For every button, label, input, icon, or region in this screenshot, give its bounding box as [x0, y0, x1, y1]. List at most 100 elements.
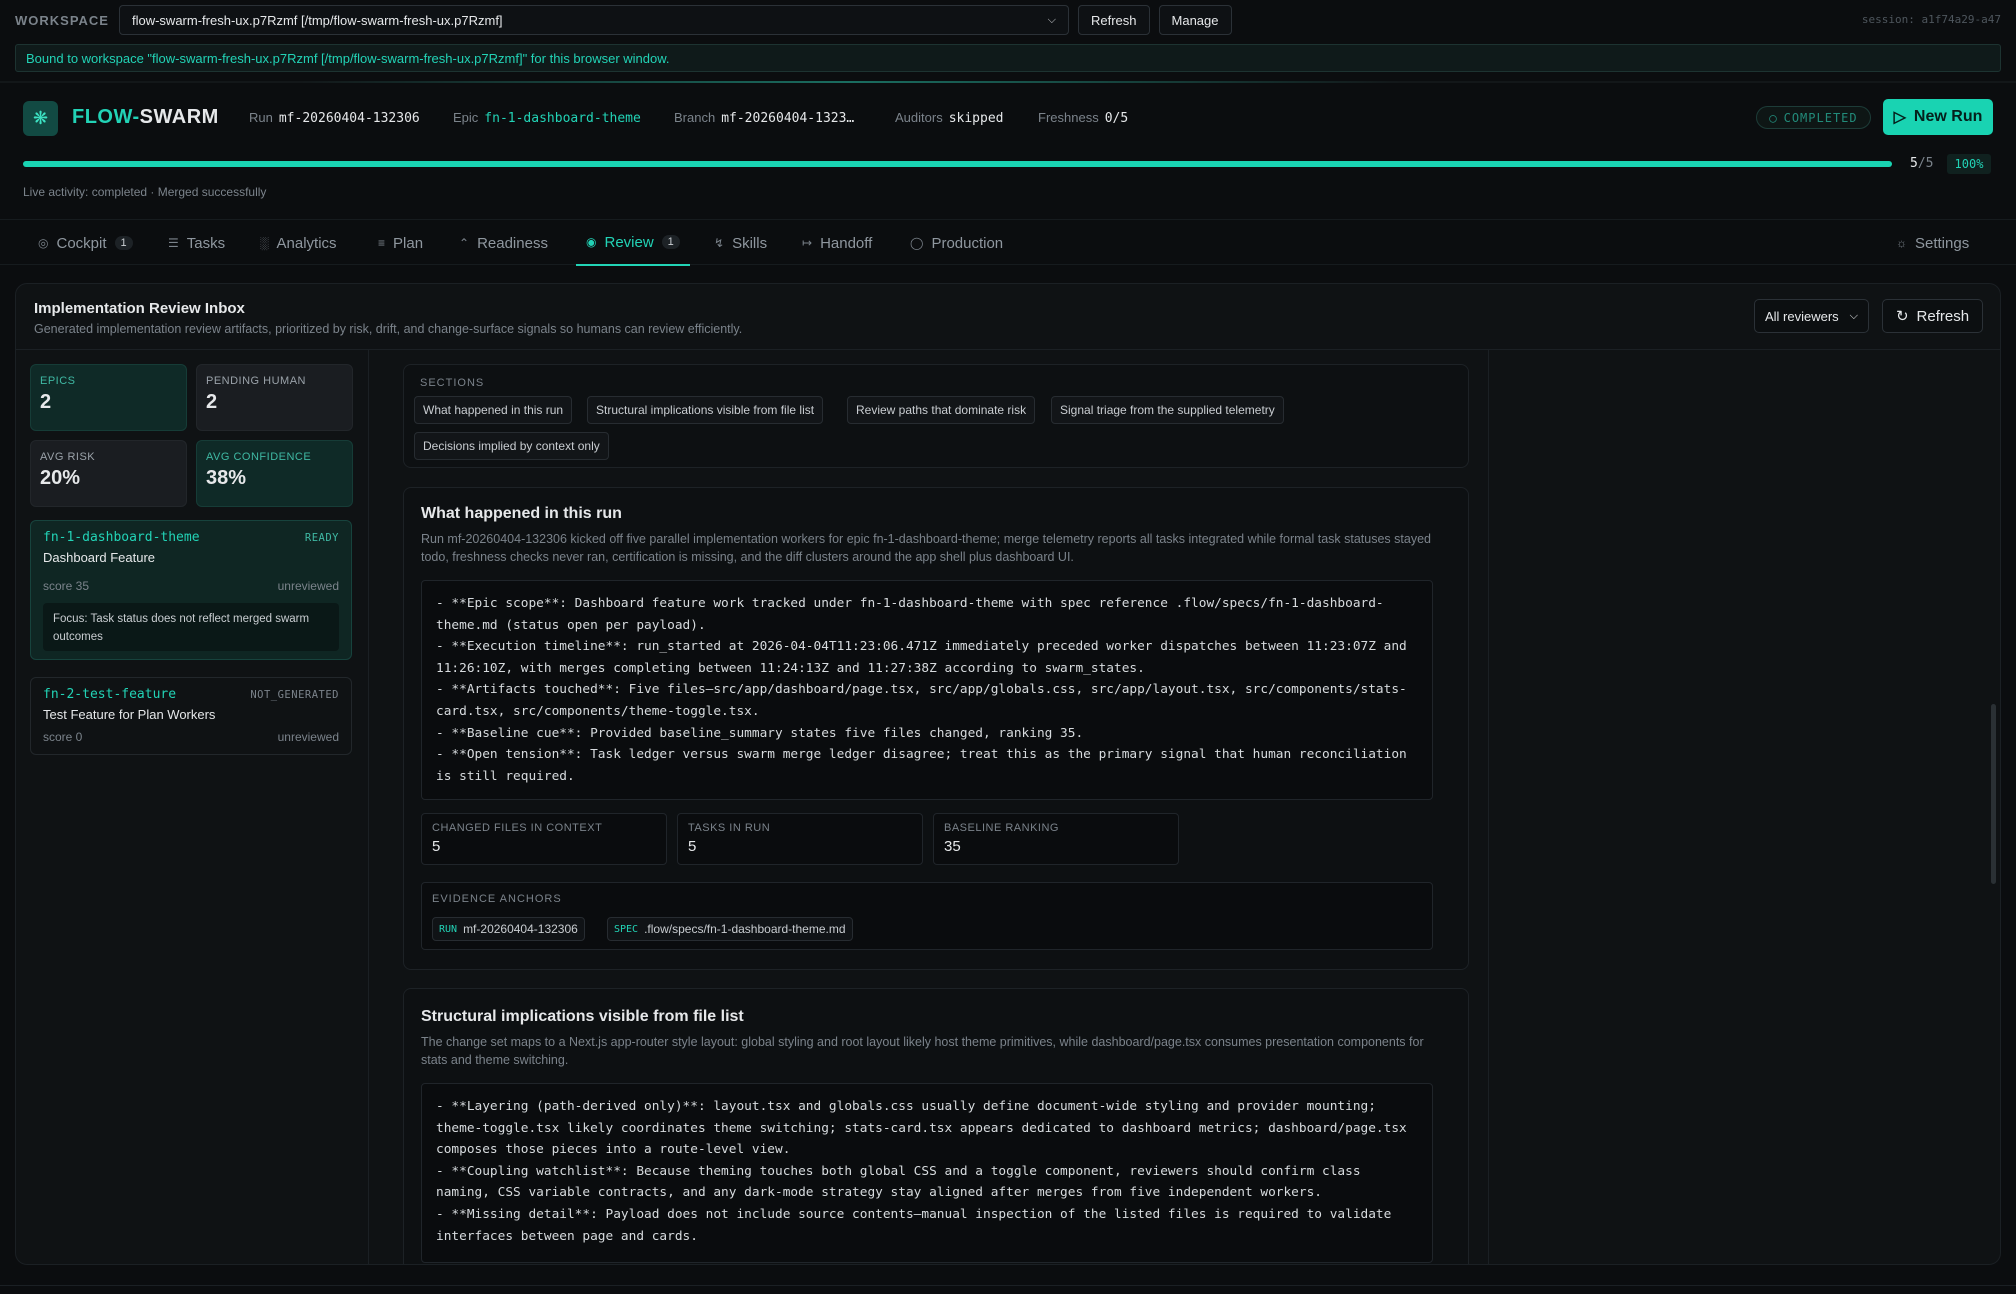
- metric-changed-files: CHANGED FILES IN CONTEXT 5: [421, 813, 667, 865]
- tab-settings[interactable]: ☼ Settings: [1896, 220, 1969, 266]
- tab-handoff[interactable]: ↦ Handoff: [802, 220, 872, 266]
- epic-meta: Epic fn-1-dashboard-theme: [453, 110, 641, 126]
- workspace-refresh-button[interactable]: Refresh: [1077, 5, 1150, 35]
- branch-meta: Branch mf-20260404-1323…: [674, 110, 855, 126]
- check-circle-icon: ◯: [1769, 110, 1778, 125]
- tab-analytics[interactable]: ░ Analytics: [260, 220, 337, 266]
- metric-baseline-ranking: BASELINE RANKING 35: [933, 813, 1179, 865]
- run-progress-fill: [23, 161, 1892, 167]
- tab-tasks[interactable]: ☰ Tasks: [168, 220, 225, 266]
- section-chip[interactable]: Structural implications visible from fil…: [587, 396, 824, 424]
- stat-avg-confidence: AVG CONFIDENCE 38%: [196, 440, 353, 507]
- main-tabs: ◎ Cockpit 1 ☰ Tasks ░ Analytics ≡ Plan ⌃…: [0, 219, 2016, 266]
- column-divider: [368, 350, 369, 1264]
- tab-readiness[interactable]: ⌃ Readiness: [459, 220, 548, 266]
- tab-review[interactable]: ◉ Review 1: [576, 220, 690, 266]
- workspace-bound-notice: Bound to workspace "flow-swarm-fresh-ux.…: [15, 44, 2001, 72]
- refresh-icon: ↻: [1895, 308, 1909, 325]
- metric-tasks-in-run: TASKS IN RUN 5: [677, 813, 923, 865]
- gear-icon: ☼: [1896, 236, 1907, 250]
- target-icon: ◎: [38, 236, 49, 250]
- layers-icon: ≡: [378, 236, 386, 250]
- section-body: - **Layering (path-derived only)**: layo…: [421, 1083, 1433, 1263]
- workspace-label: WORKSPACE: [15, 12, 109, 28]
- run-meta: Run mf-20260404-132306: [249, 110, 420, 126]
- freshness-value: 0/5: [1104, 111, 1129, 126]
- live-activity: Live activity: completed · Merged succes…: [23, 185, 267, 199]
- evidence-anchor[interactable]: RUN mf-20260404-132306: [432, 917, 585, 941]
- stat-epics: EPICS 2: [30, 364, 187, 431]
- stat-avg-risk: AVG RISK 20%: [30, 440, 187, 507]
- shield-icon: ◯: [910, 236, 924, 250]
- freshness-meta: Freshness 0/5: [1038, 110, 1129, 126]
- evidence-anchors: EVIDENCE ANCHORS RUN mf-20260404-132306 S…: [421, 882, 1433, 950]
- footer-divider: [0, 1285, 2016, 1286]
- play-icon: ▷: [1893, 109, 1906, 126]
- tab-badge: 1: [114, 236, 133, 250]
- workspace-manage-button[interactable]: Manage: [1158, 5, 1232, 35]
- workspace-select[interactable]: flow-swarm-fresh-ux.p7Rzmf [/tmp/flow-sw…: [118, 5, 1069, 35]
- review-content: SECTIONS What happened in this run Struc…: [403, 364, 1469, 1264]
- epic-card-id: fn-1-dashboard-theme: [43, 530, 200, 545]
- tab-cockpit[interactable]: ◎ Cockpit 1: [38, 220, 133, 266]
- sections-label: SECTIONS: [420, 377, 485, 389]
- scrollbar-thumb[interactable]: [1991, 704, 1996, 884]
- arrow-right-icon: ↦: [802, 236, 813, 250]
- tab-plan[interactable]: ≡ Plan: [378, 220, 423, 266]
- gauge-icon: ⌃: [459, 236, 470, 250]
- evidence-anchor[interactable]: SPEC .flow/specs/fn-1-dashboard-theme.md: [607, 917, 853, 941]
- column-divider: [1488, 350, 1489, 1264]
- lightning-icon: ↯: [714, 236, 725, 250]
- header-divider-glow: [300, 81, 1400, 83]
- auditors-meta: Auditors skipped: [895, 110, 1004, 126]
- reviewer-filter-select[interactable]: All reviewers ⌵: [1754, 299, 1869, 333]
- section-body: - **Epic scope**: Dashboard feature work…: [421, 580, 1433, 800]
- epic-card[interactable]: fn-2-test-feature NOT_GENERATED Test Fea…: [30, 677, 352, 755]
- section-chip[interactable]: Review paths that dominate risk: [847, 396, 1036, 424]
- epic-card-selected[interactable]: fn-1-dashboard-theme READY Dashboard Fea…: [30, 520, 352, 660]
- stat-pending-human: PENDING HUMAN 2: [196, 364, 353, 431]
- run-status-badge: ◯ COMPLETED: [1756, 106, 1871, 129]
- section-chip[interactable]: Decisions implied by context only: [414, 432, 609, 460]
- bar-chart-icon: ░: [260, 236, 269, 250]
- workspace-select-value: flow-swarm-fresh-ux.p7Rzmf [/tmp/flow-sw…: [131, 12, 503, 28]
- epic-card-focus: Focus: Task status does not reflect merg…: [43, 603, 339, 651]
- auditors-value: skipped: [948, 111, 1004, 126]
- brand-title: FLOW-SWARM: [72, 106, 219, 128]
- section-title: Structural implications visible from fil…: [421, 1008, 744, 1025]
- progress-count: 5/5: [1910, 156, 1934, 171]
- section-what-happened: What happened in this run Run mf-2026040…: [403, 487, 1469, 970]
- new-run-button[interactable]: ▷ New Run: [1883, 99, 1993, 135]
- epic-card-review-state: unreviewed: [277, 730, 339, 744]
- epic-card-name: Dashboard Feature: [43, 550, 156, 565]
- panel-subtitle: Generated implementation review artifact…: [34, 322, 743, 336]
- run-id: mf-20260404-132306: [278, 111, 420, 126]
- workspace-bar: WORKSPACE flow-swarm-fresh-ux.p7Rzmf [/t…: [0, 0, 2016, 40]
- section-description: The change set maps to a Next.js app-rou…: [421, 1035, 1424, 1067]
- section-chip[interactable]: Signal triage from the supplied telemetr…: [1051, 396, 1284, 424]
- chevron-down-icon: ⌵: [1849, 309, 1858, 322]
- tab-production[interactable]: ◯ Production: [910, 220, 1003, 266]
- epic-card-status: NOT_GENERATED: [250, 689, 339, 701]
- swarm-logo-icon: ❋: [23, 101, 58, 136]
- epic-card-score: score 0: [43, 730, 83, 744]
- section-description: Run mf-20260404-132306 kicked off five p…: [421, 532, 1431, 564]
- tab-skills[interactable]: ↯ Skills: [714, 220, 767, 266]
- epic-id: fn-1-dashboard-theme: [484, 111, 641, 126]
- inbox-refresh-button[interactable]: ↻ Refresh: [1882, 299, 1983, 333]
- branch-name: mf-20260404-1323…: [721, 111, 855, 126]
- epic-card-name: Test Feature for Plan Workers: [43, 707, 216, 722]
- section-title: What happened in this run: [421, 505, 622, 522]
- eye-icon: ◉: [586, 235, 597, 249]
- session-id: session: a1f74a29-a47: [1861, 13, 2001, 26]
- section-structural-implications: Structural implications visible from fil…: [403, 988, 1469, 1264]
- chevron-down-icon: ⌵: [1047, 13, 1056, 26]
- tab-badge: 1: [661, 235, 680, 249]
- sections-nav: SECTIONS What happened in this run Struc…: [403, 364, 1469, 468]
- list-icon: ☰: [168, 236, 179, 250]
- section-chip[interactable]: What happened in this run: [414, 396, 573, 424]
- panel-divider: [16, 349, 2000, 350]
- panel-title: Implementation Review Inbox: [34, 300, 245, 317]
- run-progress-bar: [23, 161, 1892, 167]
- epic-card-status: READY: [304, 532, 339, 544]
